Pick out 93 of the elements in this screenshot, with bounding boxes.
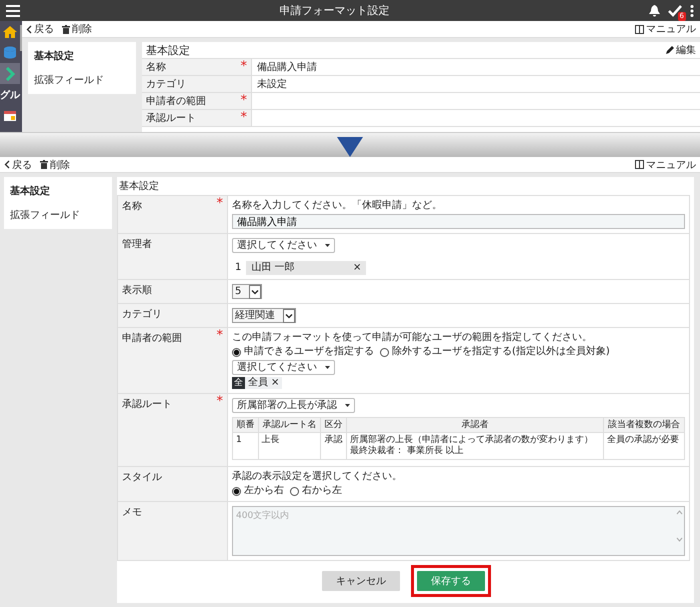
back-button[interactable]: 戻る [26, 22, 54, 36]
caret-icon [325, 244, 330, 247]
user-name: 山田 一郎 [251, 262, 295, 274]
edit-button[interactable]: 編集 [666, 43, 696, 57]
caret-icon [325, 366, 330, 369]
radio-option[interactable]: 申請できるユーザを指定する [232, 346, 374, 358]
remove-button[interactable]: × [271, 378, 280, 388]
chevron-down-icon [283, 308, 295, 322]
radio-button[interactable] [232, 486, 241, 496]
item-number: 1 [234, 262, 242, 274]
calendar-icon [3, 108, 17, 122]
section-title: 基本設定 [146, 42, 190, 58]
side-tab[interactable]: 拡張フィールド [28, 68, 136, 92]
chevron-right-icon [3, 66, 17, 80]
cell-text: 所属部署の上長（申請者によって承認者の数が変わります） [350, 435, 594, 446]
field-label: 管理者 [122, 238, 152, 251]
field-label: 申請者の範囲 [122, 332, 182, 345]
checkmark-icon [668, 4, 682, 16]
field-label: 表示順 [122, 284, 152, 297]
memo-textarea[interactable]: 400文字以内 [232, 506, 685, 556]
column-header: 承認者 [346, 418, 604, 432]
radio-button[interactable] [380, 348, 389, 356]
delete-button[interactable]: 削除 [40, 158, 70, 172]
field-label: 名称 [122, 200, 142, 213]
side-tab[interactable]: 基本設定 [4, 179, 112, 203]
select-field[interactable]: 選択してください [232, 360, 335, 375]
window-title: 申請フォーマット設定 [278, 3, 390, 18]
chevron-left-icon [4, 160, 10, 169]
column-header: 承認ルート名 [258, 418, 321, 432]
required-mark: * [216, 397, 223, 407]
side-tab[interactable]: 基本設定 [28, 44, 136, 68]
cell-text: 最終決裁者： 事業所長 以上 [350, 446, 465, 457]
table-cell: 1 [232, 432, 258, 460]
remove-button[interactable]: × [352, 263, 362, 273]
pencil-icon [666, 46, 674, 54]
chevron-down-icon [249, 284, 262, 298]
table-cell: 承認 [320, 432, 346, 460]
column-header: 順番 [232, 418, 258, 432]
radio-option[interactable]: 右から左 [290, 485, 342, 497]
required-mark: * [216, 199, 223, 209]
select-field[interactable]: 所属部署の上長が承認 [232, 398, 355, 413]
trash-icon [40, 160, 48, 169]
field-label: カテゴリ [146, 78, 186, 91]
hint-text: 名称を入力してください。「休暇申請」など。 [232, 200, 442, 212]
hint-text: この申請フォーマットを使って申請が可能なユーザの範囲を指定してください。 [232, 332, 592, 344]
group-tag: 全 全員 × [232, 377, 282, 389]
name-input[interactable]: 備品購入申請 [232, 214, 685, 229]
column-header: 区分 [320, 418, 346, 432]
radio-button[interactable] [290, 486, 299, 496]
trash-icon [62, 24, 70, 34]
down-triangle-icon [337, 137, 363, 157]
book-icon [635, 160, 644, 169]
required-mark: * [240, 113, 247, 123]
side-tab[interactable]: 拡張フィールド [4, 203, 112, 227]
required-mark: * [240, 62, 247, 72]
select-field[interactable]: 経理関連 [232, 308, 296, 323]
chevron-left-icon [26, 24, 32, 34]
radio-option[interactable]: 左から右 [232, 485, 284, 497]
required-mark: * [216, 331, 223, 341]
radio-option[interactable]: 除外するユーザを指定する(指定以外は全員対象) [380, 346, 610, 358]
menu-icon [6, 4, 20, 16]
manual-button[interactable]: マニュアル [635, 158, 696, 172]
field-label: 承認ルート [146, 112, 196, 125]
field-label: メモ [122, 506, 142, 519]
field-label: 申請者の範囲 [146, 94, 206, 108]
radio-button[interactable] [232, 348, 241, 356]
nav-item[interactable]: グル [0, 84, 20, 105]
delete-button[interactable]: 削除 [62, 22, 92, 36]
bell-icon [649, 4, 660, 16]
tag-badge: 全 [232, 377, 245, 389]
cancel-button[interactable]: キャンセル [322, 571, 400, 591]
more-icon [690, 4, 694, 16]
table-cell: 上長 [258, 432, 321, 460]
field-value: 備品購入申請 [257, 60, 317, 74]
field-label: 名称 [146, 61, 166, 74]
field-label: 承認ルート [122, 398, 172, 411]
field-value: 未設定 [257, 78, 287, 91]
scrollbar-arrows-icon [676, 509, 683, 543]
field-label: カテゴリ [122, 308, 162, 321]
caret-icon [345, 404, 350, 407]
field-label: スタイル [122, 471, 162, 484]
back-button[interactable]: 戻る [4, 158, 32, 172]
section-title: 基本設定 [118, 180, 160, 194]
manual-button[interactable]: マニュアル [635, 22, 696, 36]
table-cell: 全員の承認が必要 [603, 432, 684, 460]
book-icon [635, 24, 644, 34]
home-icon [3, 24, 17, 38]
required-mark: * [240, 96, 247, 106]
database-icon [3, 46, 17, 60]
select-field[interactable]: 選択してください [232, 238, 335, 253]
select-field[interactable]: 5 [232, 284, 262, 299]
hint-text: 承認の表示設定を選択してください。 [232, 471, 402, 483]
column-header: 該当者複数の場合 [603, 418, 684, 432]
